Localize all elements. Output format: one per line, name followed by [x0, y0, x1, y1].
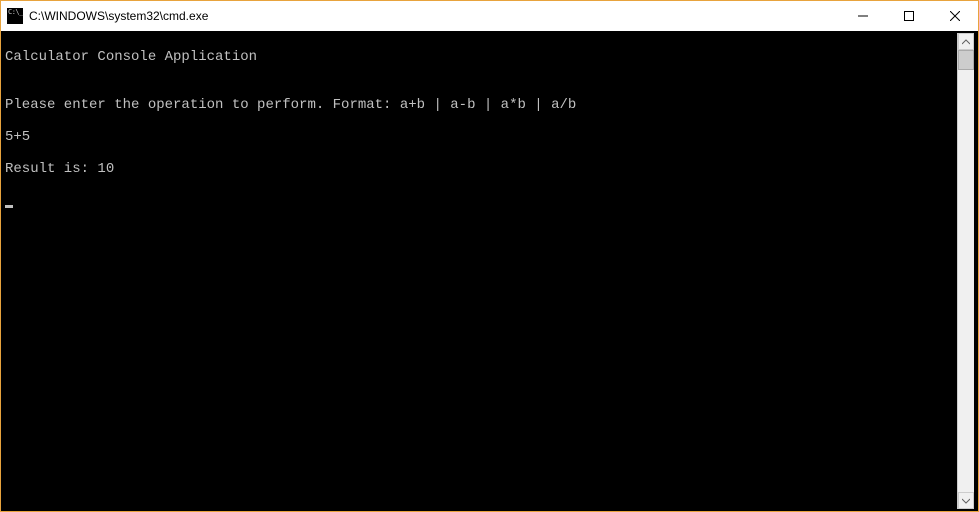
console-line: 5+5 [5, 129, 957, 145]
close-icon [950, 11, 960, 21]
cmd-icon [7, 8, 23, 24]
console-area[interactable]: Calculator Console Application Please en… [1, 31, 978, 511]
cursor [5, 205, 13, 208]
scrollbar-track[interactable] [958, 50, 974, 492]
cmd-window: C:\WINDOWS\system32\cmd.exe Calculator [0, 0, 979, 512]
console-line: Please enter the operation to perform. F… [5, 97, 957, 113]
console-line: Calculator Console Application [5, 49, 957, 65]
window-controls [840, 1, 978, 31]
maximize-button[interactable] [886, 1, 932, 31]
chevron-up-icon [962, 38, 970, 46]
minimize-button[interactable] [840, 1, 886, 31]
scroll-up-button[interactable] [958, 33, 974, 50]
console-line: Result is: 10 [5, 161, 957, 177]
console-content: Calculator Console Application Please en… [5, 33, 957, 509]
vertical-scrollbar[interactable] [957, 33, 974, 509]
scrollbar-thumb[interactable] [958, 50, 974, 70]
scroll-down-button[interactable] [958, 492, 974, 509]
minimize-icon [858, 11, 868, 21]
maximize-icon [904, 11, 914, 21]
chevron-down-icon [962, 497, 970, 505]
window-title: C:\WINDOWS\system32\cmd.exe [29, 9, 208, 23]
close-button[interactable] [932, 1, 978, 31]
titlebar[interactable]: C:\WINDOWS\system32\cmd.exe [1, 1, 978, 31]
